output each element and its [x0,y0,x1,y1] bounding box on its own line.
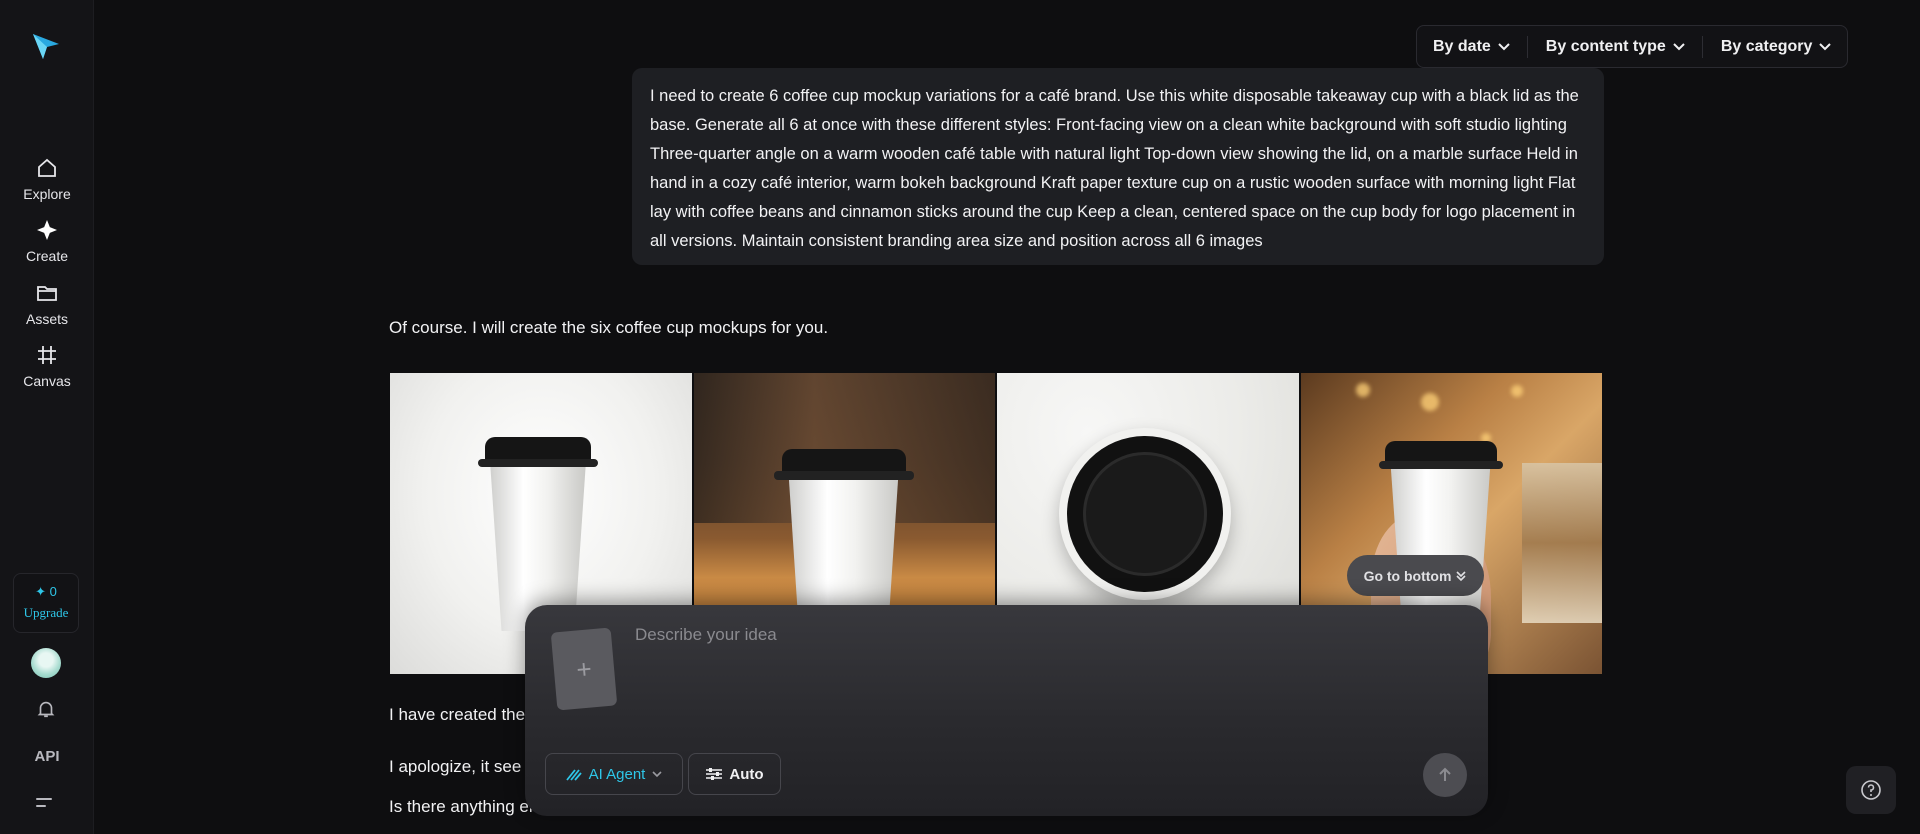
chevron-down-icon [1819,42,1832,50]
sidebar-item-assets[interactable]: Assets [0,281,94,327]
filter-label: By content type [1545,37,1666,55]
ai-agent-selector[interactable]: AI Agent [545,753,683,795]
logo-icon[interactable] [30,30,62,62]
assistant-reply: Of course. I will create the six coffee … [389,318,829,337]
question-icon [1861,780,1881,800]
prompt-composer: + AI Agent Auto [525,605,1488,816]
assistant-message: Is there anything el [389,797,533,816]
agent-icon [565,769,582,781]
filter-by-category[interactable]: By category [1721,38,1833,56]
chevron-down-icon [1673,42,1685,50]
sidebar-item-label: Canvas [23,373,71,389]
double-chevron-down-icon [1456,570,1467,581]
send-button[interactable] [1423,753,1467,797]
frame-icon [38,346,56,364]
divider [1526,35,1528,58]
assistant-message: I apologize, it see [389,757,522,776]
auto-settings-button[interactable]: Auto [688,753,781,795]
sidebar-item-label: Assets [25,311,68,327]
sparkle-icon [37,220,57,240]
sidebar-item-create[interactable]: Create [0,218,94,264]
chevron-down-icon [1498,42,1510,50]
help-button[interactable] [1846,766,1896,814]
filter-label: By date [1433,37,1491,55]
filter-by-content-type[interactable]: By content type [1546,38,1686,56]
api-link[interactable]: API [0,748,94,765]
filter-by-date[interactable]: By date [1433,38,1511,56]
divider [1701,35,1703,58]
upgrade-button[interactable]: ✦ 0 Upgrade [13,573,79,633]
sidebar-item-explore[interactable]: Explore [0,156,94,202]
auto-label: Auto [729,765,764,783]
arrow-up-icon [1439,767,1451,781]
user-prompt-bubble: I need to create 6 coffee cup mockup var… [632,68,1604,265]
go-to-bottom-label: Go to bottom [1363,567,1452,584]
filter-label: By category [1720,37,1813,55]
assistant-message: I have created the [389,705,526,724]
home-icon [38,158,56,177]
sliders-icon [706,768,723,780]
idea-input[interactable] [635,625,1435,725]
chevron-down-icon [652,771,662,778]
plus-icon: + [575,652,593,685]
filter-bar: By date By content type By category [1416,25,1848,68]
ai-agent-label: AI Agent [588,765,646,783]
upgrade-label: Upgrade [23,605,69,620]
sidebar-item-label: Explore [23,186,71,202]
sidebar-item-canvas[interactable]: Canvas [0,343,94,389]
avatar[interactable] [31,648,61,678]
sidebar-item-label: Create [25,248,69,264]
add-image-button[interactable]: + [550,627,618,711]
folder-icon [37,286,57,301]
bell-icon[interactable] [35,698,57,720]
sidebar: Explore Create Assets Canvas ✦ 0 Upgrade… [0,0,94,834]
menu-icon[interactable] [36,798,56,812]
credits-count: ✦ 0 [35,584,57,599]
go-to-bottom-button[interactable]: Go to bottom [1347,555,1484,596]
